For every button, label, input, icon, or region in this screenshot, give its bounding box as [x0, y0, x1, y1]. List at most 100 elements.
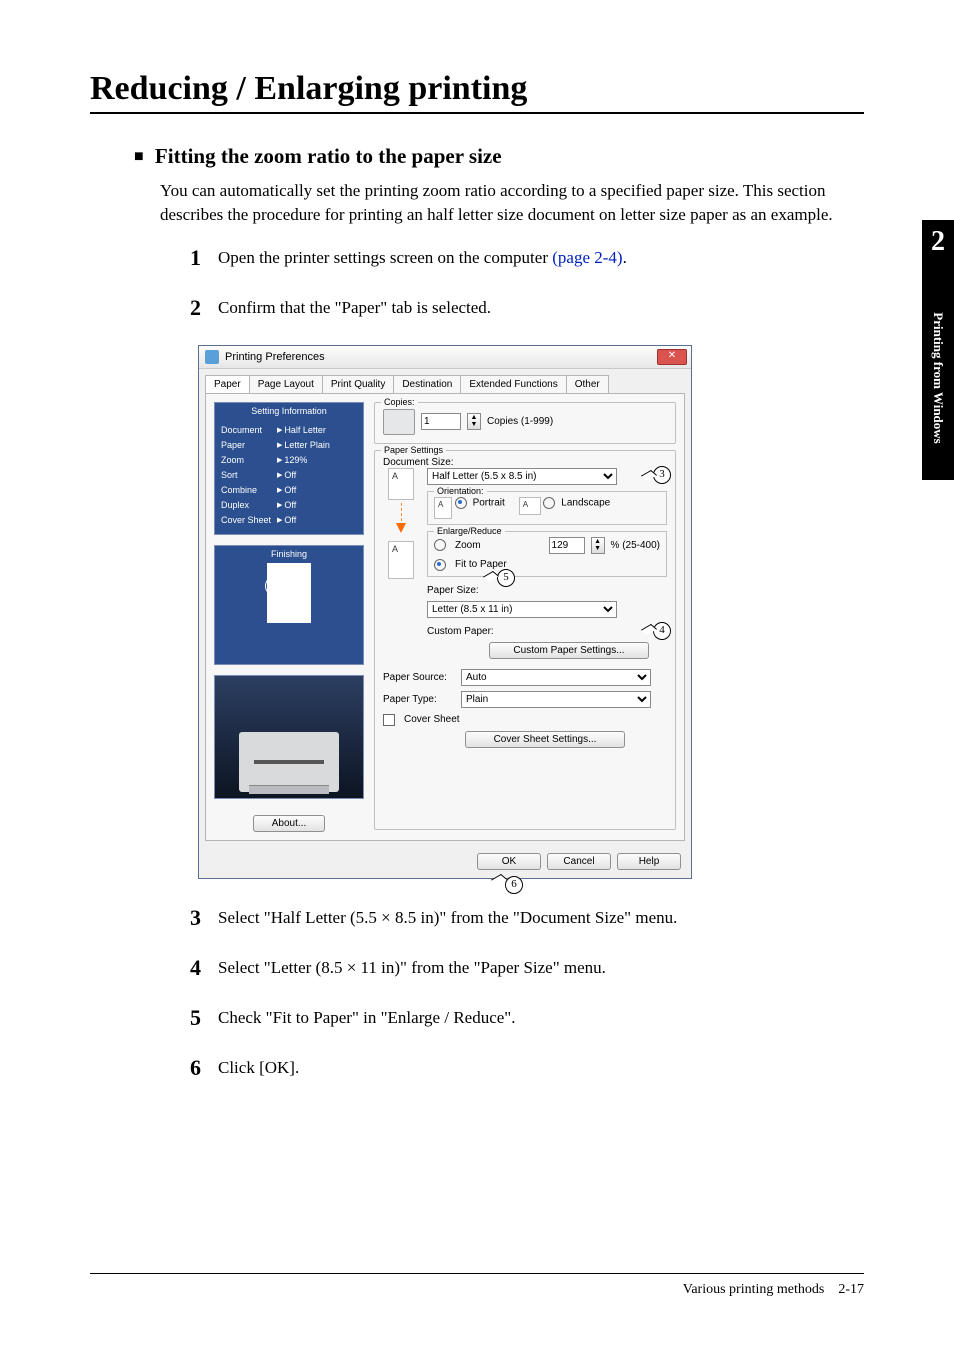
tab-extended[interactable]: Extended Functions: [460, 375, 566, 393]
cursor-icon: [495, 874, 505, 888]
about-button[interactable]: About...: [253, 815, 325, 832]
info-key: Duplex: [221, 498, 277, 513]
callout-4-icon: 4: [653, 622, 671, 640]
dialog-title: Printing Preferences: [225, 351, 325, 363]
finishing-panel: Finishing 1: [214, 545, 364, 665]
fit-to-paper-label: Fit to Paper: [455, 559, 507, 570]
step-1-text: Open the printer settings screen on the …: [218, 245, 627, 268]
spinner-icon[interactable]: ▲▼: [591, 537, 605, 554]
step-4-text: Select "Letter (8.5 × 11 in)" from the "…: [218, 955, 606, 978]
paper-settings-legend: Paper Settings: [381, 445, 446, 455]
arrow-down-icon: [396, 523, 406, 533]
document-size-label: Document Size:: [383, 457, 667, 468]
paper-size-label: Paper Size:: [427, 585, 487, 596]
landscape-icon: A: [519, 497, 541, 515]
spinner-icon[interactable]: ▲▼: [467, 413, 481, 430]
copies-hint: Copies (1-999): [487, 416, 553, 427]
square-bullet-icon: ■: [134, 148, 144, 165]
orientation-legend: Orientation:: [434, 486, 487, 496]
sub-heading-text: Fitting the zoom ratio to the paper size: [155, 144, 502, 168]
copies-fieldset: Copies: ▲▼ Copies (1-999): [374, 402, 676, 444]
copies-input[interactable]: [421, 413, 461, 430]
footer-section: Various printing methods: [683, 1282, 825, 1297]
printer-icon: [383, 409, 415, 435]
dialog-tabs: Paper Page Layout Print Quality Destinat…: [199, 369, 691, 393]
paper-size-select[interactable]: Letter (8.5 x 11 in): [427, 601, 617, 618]
info-key: Combine: [221, 483, 277, 498]
finishing-header: Finishing: [215, 549, 363, 559]
dialog-screenshot: Printing Preferences ✕ Paper Page Layout…: [198, 345, 864, 879]
custom-paper-label: Custom Paper:: [427, 626, 499, 637]
info-key: Zoom: [221, 453, 277, 468]
info-val: Off: [277, 468, 296, 483]
cover-sheet-settings-button[interactable]: Cover Sheet Settings...: [465, 731, 625, 748]
step-number: 5: [190, 1005, 218, 1031]
landscape-label: Landscape: [561, 497, 610, 508]
close-button[interactable]: ✕: [657, 349, 687, 365]
step-number: 6: [190, 1055, 218, 1081]
help-button[interactable]: Help: [617, 853, 681, 870]
step-6-text: Click [OK].: [218, 1055, 299, 1078]
custom-paper-settings-button[interactable]: Custom Paper Settings...: [489, 642, 649, 659]
ok-button[interactable]: OK: [477, 853, 541, 870]
info-val: Letter Plain: [277, 438, 330, 453]
zoom-input[interactable]: [549, 537, 585, 554]
info-key: Sort: [221, 468, 277, 483]
fit-to-paper-radio[interactable]: [434, 559, 446, 571]
dialog-titlebar: Printing Preferences ✕: [199, 346, 691, 369]
cover-sheet-checkbox[interactable]: [383, 714, 395, 726]
tab-other[interactable]: Other: [566, 375, 609, 393]
tab-print-quality[interactable]: Print Quality: [322, 375, 394, 393]
landscape-radio[interactable]: [543, 497, 555, 509]
paper-settings-fieldset: Paper Settings Document Size: A A: [374, 450, 676, 830]
copies-legend: Copies:: [381, 397, 418, 407]
zoom-label: Zoom: [455, 540, 481, 551]
callout-5-icon: 5: [497, 569, 515, 587]
paper-type-label: Paper Type:: [383, 694, 455, 705]
info-val: Off: [277, 483, 296, 498]
sub-heading: ■ Fitting the zoom ratio to the paper si…: [134, 144, 864, 169]
cancel-button[interactable]: Cancel: [547, 853, 611, 870]
page-icon: A: [388, 541, 414, 579]
info-key: Document: [221, 423, 277, 438]
step-2-text: Confirm that the "Paper" tab is selected…: [218, 295, 491, 318]
info-val: Off: [277, 513, 296, 528]
info-val: Off: [277, 498, 296, 513]
chapter-side-tab: 2 Printing from Windows: [922, 220, 954, 480]
footer-page-number: 2-17: [838, 1282, 864, 1297]
step-3-text: Select "Half Letter (5.5 × 8.5 in)" from…: [218, 905, 677, 928]
tab-paper[interactable]: Paper: [205, 375, 250, 393]
setting-information-panel: Setting Information DocumentHalf Letter …: [214, 402, 364, 535]
step-number: 3: [190, 905, 218, 931]
tab-destination[interactable]: Destination: [393, 375, 461, 393]
paper-source-label: Paper Source:: [383, 672, 455, 683]
page-link[interactable]: (page 2-4): [552, 248, 622, 267]
portrait-label: Portrait: [473, 497, 505, 508]
chapter-number: 2: [922, 226, 954, 258]
step-1-part-b: .: [623, 248, 627, 267]
info-key: Paper: [221, 438, 277, 453]
paper-type-select[interactable]: Plain: [461, 691, 651, 708]
callout-3-icon: 3: [653, 466, 671, 484]
paper-source-select[interactable]: Auto: [461, 669, 651, 686]
callout-1-icon: 1: [265, 576, 285, 596]
zoom-radio[interactable]: [434, 539, 446, 551]
zoom-hint: % (25-400): [611, 540, 660, 551]
info-val: Half Letter: [277, 423, 326, 438]
callout-6-icon: 6: [505, 876, 523, 894]
step-number: 2: [190, 295, 218, 321]
portrait-icon: A: [434, 497, 452, 519]
info-val: 129%: [277, 453, 307, 468]
step-1-part-a: Open the printer settings screen on the …: [218, 248, 552, 267]
intro-paragraph: You can automatically set the printing z…: [160, 179, 864, 227]
step-number: 1: [190, 245, 218, 271]
info-key: Cover Sheet: [221, 513, 277, 528]
printer-icon: [205, 350, 219, 364]
printer-preview: [214, 675, 364, 799]
step-number: 4: [190, 955, 218, 981]
portrait-radio[interactable]: [455, 497, 467, 509]
page-title: Reducing / Enlarging printing: [90, 70, 864, 114]
tab-page-layout[interactable]: Page Layout: [249, 375, 323, 393]
step-5-text: Check "Fit to Paper" in "Enlarge / Reduc…: [218, 1005, 516, 1028]
document-size-select[interactable]: Half Letter (5.5 x 8.5 in): [427, 468, 617, 485]
